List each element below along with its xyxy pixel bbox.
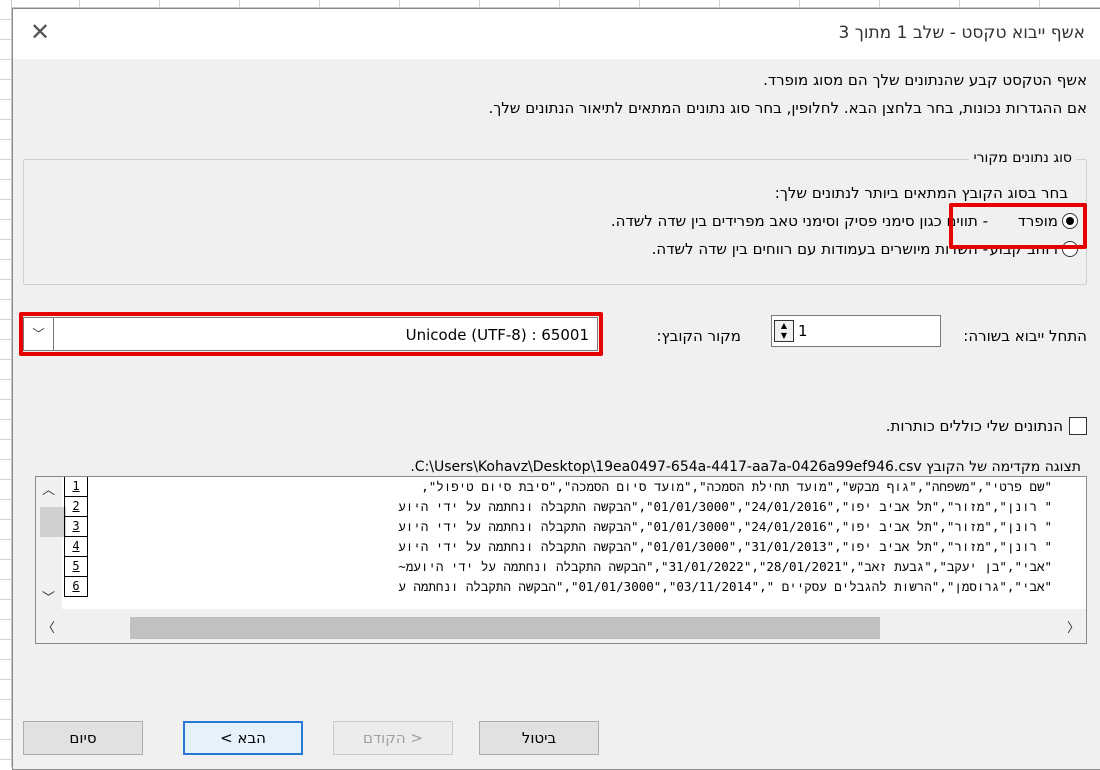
close-icon[interactable]: ✕	[25, 17, 55, 47]
intro-text-2: אם ההגדרות נכונות, בחר בלחצן הבא. לחלופי…	[488, 99, 1087, 117]
horizontal-scroll-thumb[interactable]	[130, 617, 880, 639]
intro-text-1: אשף הטקסט קבע שהנתונים שלך הם מסוג מופרד…	[763, 71, 1087, 89]
vertical-scroll-thumb[interactable]	[40, 507, 66, 537]
horizontal-scrollbar[interactable]: 〈 〉	[36, 609, 1086, 643]
start-row-label: התחל ייבוא בשורה:	[963, 327, 1087, 345]
group-legend: סוג נתונים מקורי	[969, 150, 1076, 166]
spreadsheet-column-strip	[0, 0, 1100, 8]
scroll-right-icon[interactable]: 〉	[1067, 617, 1080, 636]
dialog-content: אשף הטקסט קבע שהנתונים שלך הם מסוג מופרד…	[13, 59, 1100, 769]
next-button[interactable]: הבא >	[183, 721, 303, 755]
row-number: 2	[64, 497, 88, 517]
cancel-button[interactable]: ביטול	[479, 721, 599, 755]
scroll-up-icon[interactable]: ︿	[42, 479, 55, 498]
row-number: 5	[64, 557, 88, 577]
spreadsheet-row-strip	[0, 0, 12, 767]
vertical-scrollbar[interactable]: ︿ ﹀	[36, 477, 66, 610]
row-number: 1	[64, 477, 88, 497]
radio-fixed-width-description: - השדות מיושרים בעמודות עם רווחים בין שד…	[651, 240, 988, 258]
preview-row: "שם פרטי","משפחה","גוף מבקש","מועד תחילת…	[421, 479, 1052, 494]
scroll-down-icon[interactable]: ﹀	[42, 587, 55, 606]
preview-row: " רונן","מזור","תל אביב יפו","31/01/2013…	[398, 539, 1052, 554]
radio-delimited-description: - תווים כגון סימני פסיק וסימני טאב מפריד…	[610, 212, 988, 230]
preview-row: "אבי","בן יעקב","גבעת זאב","28/01/2021",…	[398, 559, 1052, 574]
title-bar: אשף ייבוא טקסט - שלב 1 מתוך 3 ✕	[13, 9, 1100, 59]
text-import-wizard-dialog: אשף ייבוא טקסט - שלב 1 מתוך 3 ✕ אשף הטקס…	[12, 8, 1100, 770]
preview-panel[interactable]: ︿ ﹀ 1 2 3 4 5 6 "שם פרטי","משפחה","גוף מ…	[35, 476, 1087, 644]
scroll-left-icon[interactable]: 〈	[42, 617, 55, 636]
file-origin-label: מקור הקובץ:	[656, 327, 742, 345]
spinner-arrows-icon[interactable]: ▲ ▼	[774, 320, 794, 342]
start-row-value: 1	[798, 322, 808, 340]
window-title: אשף ייבוא טקסט - שלב 1 מתוך 3	[838, 23, 1086, 43]
highlight-file-origin	[19, 312, 603, 356]
preview-rows: 1 2 3 4 5 6 "שם פרטי","משפחה","גוף מבקש"…	[64, 477, 1078, 610]
preview-label: תצוגה מקדימה של הקובץ C:\Users\Kohavz\De…	[410, 459, 1081, 475]
highlight-delimited	[949, 203, 1087, 249]
row-number: 6	[64, 577, 88, 597]
preview-row: " רונן","מזור","תל אביב יפו","24/01/2016…	[398, 519, 1052, 534]
headers-checkbox[interactable]	[1069, 417, 1087, 435]
original-data-type-group: סוג נתונים מקורי בחר בסוג הקובץ המתאים ב…	[23, 150, 1087, 285]
preview-row: "אבי","גרוסמן","הרשות להגבלים עסקיים ","…	[398, 579, 1052, 594]
start-row-spinner[interactable]: ▲ ▼ 1	[771, 315, 941, 347]
headers-checkbox-row[interactable]: הנתונים שלי כוללים כותרות.	[886, 417, 1087, 435]
finish-button[interactable]: סיום	[23, 721, 143, 755]
row-number: 4	[64, 537, 88, 557]
headers-checkbox-label: הנתונים שלי כוללים כותרות.	[885, 417, 1063, 435]
back-button[interactable]: < הקודם	[333, 721, 453, 755]
preview-row: " רונן","מזור","תל אביב יפו","24/01/2016…	[398, 499, 1052, 514]
file-type-prompt: בחר בסוג הקובץ המתאים ביותר לנתונים שלך:	[774, 184, 1068, 202]
row-number: 3	[64, 517, 88, 537]
